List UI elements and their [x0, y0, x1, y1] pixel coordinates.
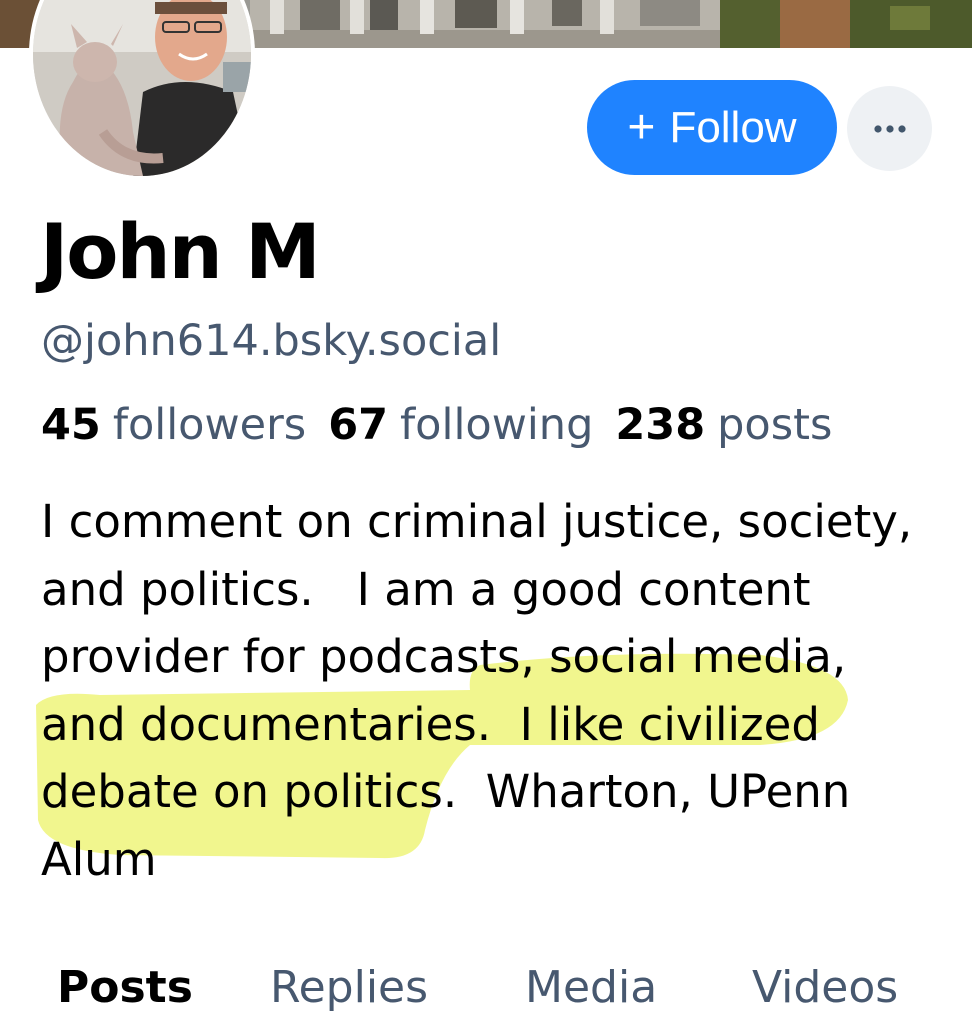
profile-tabs: Posts Replies Media Videos — [0, 958, 972, 1018]
profile-bio: I comment on criminal justice, society, … — [41, 488, 941, 893]
tab-replies[interactable]: Replies — [270, 958, 428, 1018]
tab-posts[interactable]: Posts — [57, 958, 193, 1018]
more-options-button[interactable] — [847, 86, 932, 171]
profile-handle: @john614.bsky.social — [41, 316, 502, 366]
followers-label: followers — [112, 400, 307, 450]
posts-label: posts — [717, 400, 833, 450]
profile-stats: 45 followers 67 following 238 posts — [41, 396, 832, 454]
tab-videos[interactable]: Videos — [752, 958, 898, 1018]
avatar-image — [33, 0, 251, 176]
bio-line: and politics. I am a good content — [41, 562, 811, 616]
following-label: following — [400, 400, 594, 450]
tab-media[interactable]: Media — [525, 958, 657, 1018]
bio-line: and documentaries. I like civilized — [41, 697, 820, 751]
bio-line: debate on politics. Wharton, UPenn — [41, 765, 851, 818]
posts-count: 238 — [615, 400, 706, 450]
following-count: 67 — [328, 400, 389, 450]
plus-icon: + — [627, 100, 656, 154]
following-stat[interactable]: 67 following — [328, 396, 593, 454]
ellipsis-icon — [873, 124, 906, 133]
bio-line: provider for podcasts, social media, — [41, 630, 847, 683]
follow-button[interactable]: + Follow — [587, 80, 837, 175]
display-name: John M — [40, 207, 321, 296]
followers-count: 45 — [41, 400, 101, 450]
posts-stat: 238 posts — [615, 396, 832, 454]
followers-stat[interactable]: 45 followers — [41, 396, 306, 454]
follow-label: Follow — [669, 102, 797, 152]
avatar[interactable] — [29, 0, 255, 180]
bio-line: Alum — [41, 832, 157, 886]
bio-line: I comment on criminal justice, society, — [41, 495, 913, 548]
